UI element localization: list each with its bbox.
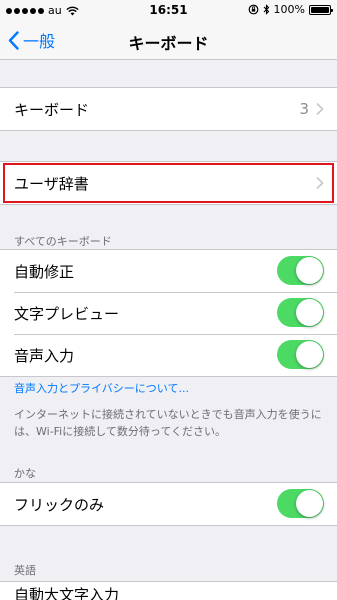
flick-only-label: フリックのみ	[14, 495, 105, 514]
navigation-bar: 一般 キーボード	[0, 20, 337, 60]
battery-percent: 100%	[273, 3, 305, 16]
all-keyboards-group: 自動修正 文字プレビュー 音声入力	[0, 249, 337, 377]
auto-correction-label: 自動修正	[14, 262, 75, 281]
kana-group: フリックのみ	[0, 482, 337, 526]
section-header-kana: かな	[14, 467, 36, 480]
battery-icon	[309, 4, 333, 15]
page-title: キーボード	[128, 34, 209, 53]
keyboards-row[interactable]: キーボード 3	[0, 88, 337, 130]
chevron-right-icon	[316, 103, 324, 115]
auto-correction-row: 自動修正	[0, 250, 337, 292]
character-preview-label: 文字プレビュー	[14, 304, 120, 323]
toggle-knob	[296, 257, 323, 284]
dictation-footer-note: インターネットに接続されていないときでも音声入力を使うには、Wi-Fiに接続して…	[14, 408, 322, 438]
keyboards-group: キーボード 3	[0, 87, 337, 131]
status-bar: au 16:51 100%	[0, 0, 337, 20]
section-header-english: 英語	[14, 564, 36, 577]
toggle-knob	[296, 490, 323, 517]
dictation-row: 音声入力	[0, 334, 337, 376]
auto-capitalization-label: 自動大文字入力	[14, 585, 120, 600]
flick-only-row: フリックのみ	[0, 483, 337, 525]
keyboards-label: キーボード	[14, 100, 90, 119]
english-group: 自動大文字入力	[0, 581, 337, 600]
character-preview-toggle[interactable]	[277, 298, 324, 327]
auto-correction-toggle[interactable]	[277, 256, 324, 285]
dictation-privacy-link[interactable]: 音声入力とプライバシーについて...	[14, 380, 189, 396]
dictation-toggle[interactable]	[277, 340, 324, 369]
character-preview-row: 文字プレビュー	[0, 292, 337, 334]
auto-capitalization-row: 自動大文字入力	[0, 582, 337, 600]
toggle-knob	[296, 341, 323, 368]
dictation-label: 音声入力	[14, 346, 75, 365]
status-right: 100%	[248, 3, 333, 16]
toggle-knob	[296, 299, 323, 326]
bluetooth-icon	[263, 4, 269, 15]
orientation-lock-icon	[248, 4, 258, 15]
section-header-all-keyboards: すべてのキーボード	[14, 235, 112, 248]
keyboards-count: 3	[299, 100, 309, 118]
flick-only-toggle[interactable]	[277, 489, 324, 518]
highlight-box	[3, 163, 334, 203]
